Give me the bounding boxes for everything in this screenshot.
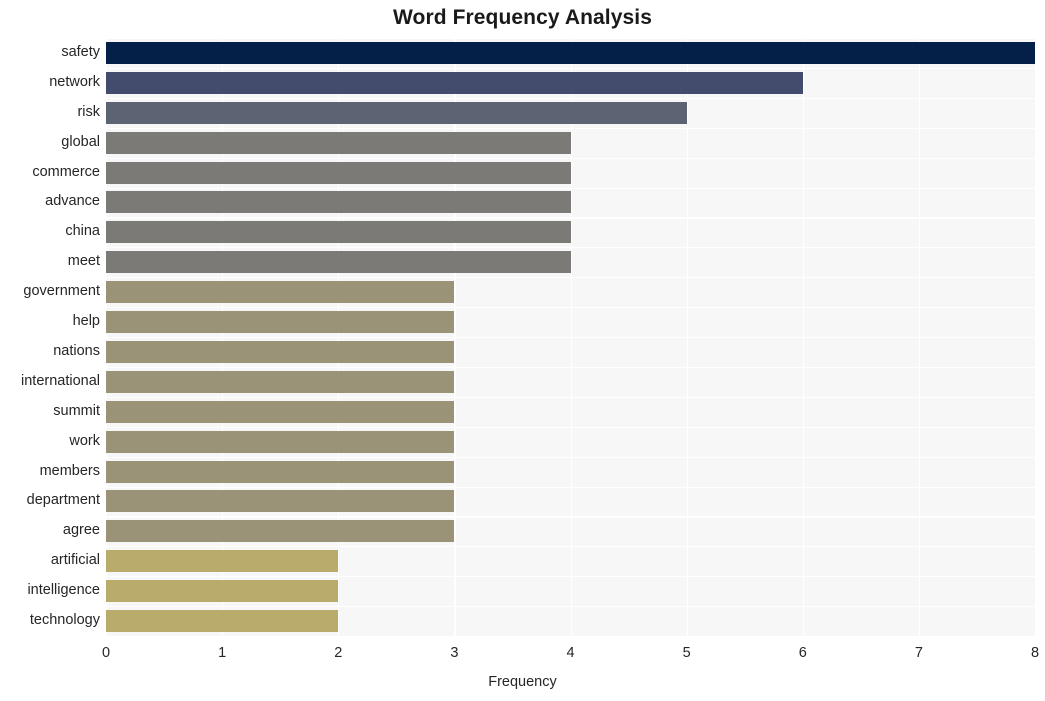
y-axis-tick-labels: safety network risk global commerce advance ch…	[0, 38, 1045, 636]
x-tick-label-0: 0	[101, 645, 111, 661]
y-tick-label-government: government	[23, 283, 100, 300]
x-tick-label-6: 6	[798, 645, 807, 661]
y-tick-label-intelligence: intelligence	[27, 582, 100, 599]
y-tick-label-global: global	[61, 133, 100, 150]
y-tick-label-network: network	[49, 73, 100, 90]
y-tick-label-advance: advance	[45, 193, 100, 210]
x-tick-label-8: 8	[1030, 645, 1040, 661]
y-tick-label-risk: risk	[77, 103, 100, 120]
y-tick-label-artificial: artificial	[50, 552, 100, 569]
y-tick-label-meet: meet	[67, 253, 100, 270]
x-tick-label-3: 3	[450, 645, 459, 661]
x-tick-label-2: 2	[334, 645, 343, 661]
y-tick-label-work: work	[69, 432, 100, 449]
y-tick-label-department: department	[26, 492, 100, 509]
x-tick-label-7: 7	[914, 645, 923, 661]
y-tick-label-summit: summit	[53, 402, 100, 419]
x-axis-tick-labels: 0 1 2 3 4 5 6 7 8	[0, 645, 1045, 667]
y-tick-label-commerce: commerce	[32, 163, 100, 180]
x-tick-label-5: 5	[682, 645, 691, 661]
x-tick-label-1: 1	[218, 645, 227, 661]
y-tick-label-technology: technology	[29, 612, 100, 629]
y-tick-label-international: international	[21, 372, 100, 389]
y-tick-label-members: members	[39, 462, 100, 479]
x-axis-title: Frequency	[488, 674, 557, 690]
y-tick-label-agree: agree	[62, 522, 100, 539]
word-frequency-chart-figure: Word Frequency Analysis safety network ris…	[0, 0, 1045, 701]
page-title: Word Frequency Analysis	[392, 6, 653, 29]
y-tick-label-safety: safety	[61, 43, 100, 60]
gridline-horizontal	[106, 636, 1035, 638]
x-tick-label-4: 4	[566, 645, 575, 661]
y-tick-label-nations: nations	[53, 342, 100, 359]
y-tick-label-help: help	[72, 313, 100, 330]
y-tick-label-china: china	[65, 223, 100, 240]
